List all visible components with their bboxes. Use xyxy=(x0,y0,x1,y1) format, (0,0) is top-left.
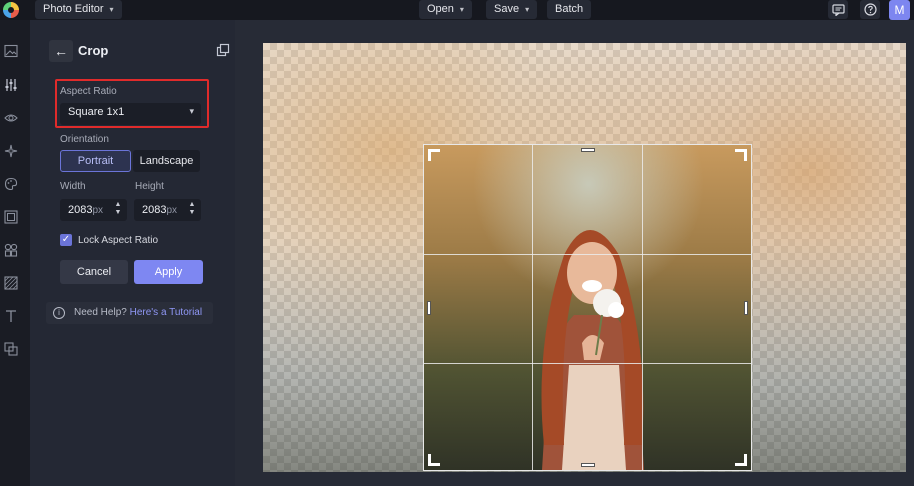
app-logo-icon[interactable] xyxy=(3,2,19,18)
chevron-up-icon[interactable]: ▲ xyxy=(188,201,196,209)
height-stepper[interactable]: ▲ ▼ xyxy=(188,201,196,217)
photo-girl-with-flower xyxy=(424,145,751,470)
chevron-down-icon: ▾ xyxy=(525,5,530,14)
top-bar: Photo Editor ▾ Open ▾ Save ▾ Batch M xyxy=(0,0,914,20)
text-icon[interactable] xyxy=(4,309,18,323)
orientation-landscape-button[interactable]: Landscape xyxy=(133,150,200,172)
width-value: 2083 xyxy=(68,204,93,216)
batch-button-label: Batch xyxy=(555,3,584,15)
height-field[interactable]: 2083px ▲ ▼ xyxy=(134,199,201,221)
crop-corner-handle[interactable] xyxy=(428,454,440,466)
open-menu[interactable]: Open ▾ xyxy=(419,0,472,19)
question-icon xyxy=(863,3,877,16)
crop-corner-handle[interactable] xyxy=(735,149,747,161)
aspect-ratio-label: Aspect Ratio xyxy=(60,86,117,97)
aspect-ratio-select[interactable]: Square 1x1 ▾ xyxy=(60,103,201,125)
avatar[interactable]: M xyxy=(889,0,910,20)
palette-icon[interactable] xyxy=(4,177,18,191)
help-text: Need Help? Here's a Tutorial xyxy=(74,307,202,318)
chevron-down-icon: ▾ xyxy=(189,106,194,116)
height-label: Height xyxy=(135,181,164,192)
sparkle-effects-icon[interactable] xyxy=(4,144,18,158)
photo-editor-menu-label: Photo Editor xyxy=(43,3,104,15)
chevron-down-icon[interactable]: ▼ xyxy=(188,209,196,217)
width-unit: px xyxy=(92,205,104,216)
crop-corner-handle[interactable] xyxy=(428,149,440,161)
save-menu[interactable]: Save ▾ xyxy=(486,0,538,19)
orientation-label: Orientation xyxy=(60,134,109,145)
image-icon[interactable] xyxy=(4,44,18,58)
arrow-left-icon: ← xyxy=(54,43,68,59)
crop-panel-header: ← Crop xyxy=(46,40,231,62)
width-field[interactable]: 2083px ▲ ▼ xyxy=(60,199,127,221)
comment-icon xyxy=(831,3,845,16)
adjust-sliders-icon[interactable] xyxy=(4,78,18,92)
checkmark-icon: ✓ xyxy=(61,234,71,245)
help-button[interactable] xyxy=(860,0,880,19)
lock-aspect-label: Lock Aspect Ratio xyxy=(78,235,159,246)
height-value: 2083 xyxy=(142,204,167,216)
width-stepper[interactable]: ▲ ▼ xyxy=(114,201,122,217)
photo-editor-menu[interactable]: Photo Editor ▾ xyxy=(35,0,122,19)
height-unit: px xyxy=(166,205,178,216)
apply-button[interactable]: Apply xyxy=(134,260,203,284)
crop-grid-line xyxy=(532,145,533,470)
back-button[interactable]: ← xyxy=(49,40,73,62)
texture-icon[interactable] xyxy=(4,276,18,290)
crop-edge-handle[interactable] xyxy=(427,301,431,315)
cancel-button[interactable]: Cancel xyxy=(60,260,128,284)
duplicate-icon[interactable] xyxy=(216,43,230,57)
eye-icon[interactable] xyxy=(4,111,18,125)
save-menu-label: Save xyxy=(494,3,520,15)
width-label: Width xyxy=(60,181,86,192)
tutorial-link[interactable]: Here's a Tutorial xyxy=(130,307,203,318)
help-row: i Need Help? Here's a Tutorial xyxy=(46,302,213,324)
crop-edge-handle[interactable] xyxy=(581,148,595,152)
crop-corner-handle[interactable] xyxy=(735,454,747,466)
chevron-down-icon[interactable]: ▼ xyxy=(114,209,122,217)
crop-grid-line xyxy=(424,254,751,255)
open-menu-label: Open xyxy=(427,3,454,15)
chevron-down-icon: ▾ xyxy=(109,5,114,14)
feedback-button[interactable] xyxy=(828,0,848,19)
batch-button[interactable]: Batch xyxy=(547,0,592,19)
crop-edge-handle[interactable] xyxy=(581,463,595,467)
aspect-ratio-value: Square 1x1 xyxy=(68,106,125,118)
help-text-label: Need Help? xyxy=(74,307,127,318)
layers-icon[interactable] xyxy=(4,342,18,356)
panel-title: Crop xyxy=(78,43,109,58)
crop-grid-line xyxy=(642,145,643,470)
shapes-icon[interactable] xyxy=(4,243,18,257)
tool-rail xyxy=(0,20,30,486)
crop-box[interactable] xyxy=(423,144,752,471)
info-icon: i xyxy=(53,307,65,319)
chevron-down-icon: ▾ xyxy=(459,5,464,14)
crop-edge-handle[interactable] xyxy=(744,301,748,315)
frame-icon[interactable] xyxy=(4,210,18,224)
crop-grid-line xyxy=(424,363,751,364)
orientation-portrait-button[interactable]: Portrait xyxy=(60,150,131,172)
chevron-up-icon[interactable]: ▲ xyxy=(114,201,122,209)
lock-aspect-checkbox[interactable]: ✓ xyxy=(60,234,72,246)
